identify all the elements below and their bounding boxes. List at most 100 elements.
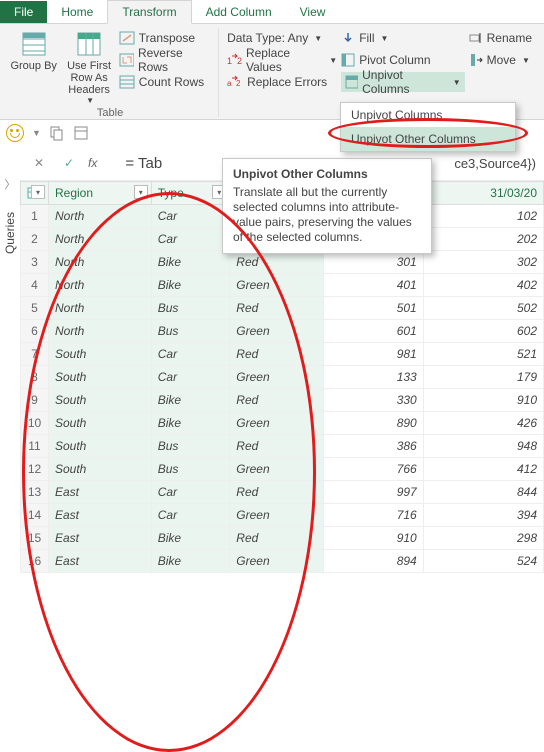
cell-value1[interactable]: 401 — [323, 274, 423, 297]
cell-value2[interactable]: 426 — [423, 412, 543, 435]
menu-unpivot-other-columns[interactable]: Unpivot Other Columns — [341, 127, 515, 151]
cell-type[interactable]: Bike — [151, 550, 230, 573]
cell-type[interactable]: Bike — [151, 527, 230, 550]
cell-value2[interactable]: 302 — [423, 251, 543, 274]
replace-values-button[interactable]: 12 Replace Values ▼ — [227, 50, 337, 70]
cell-value2[interactable]: 844 — [423, 481, 543, 504]
cell-value2[interactable]: 521 — [423, 343, 543, 366]
tab-transform[interactable]: Transform — [107, 0, 191, 24]
cell-region[interactable]: North — [49, 320, 152, 343]
unpivot-columns-button[interactable]: Unpivot Columns ▼ — [341, 72, 464, 92]
cell-type[interactable]: Bus — [151, 435, 230, 458]
cell-colour[interactable]: Green — [230, 550, 323, 573]
cell-value2[interactable]: 202 — [423, 228, 543, 251]
query-icon[interactable] — [49, 125, 65, 141]
commit-button[interactable]: ✓ — [58, 152, 80, 174]
table-row[interactable]: 9SouthBikeRed330910 — [21, 389, 544, 412]
cell-type[interactable]: Car — [151, 366, 230, 389]
cell-region[interactable]: South — [49, 412, 152, 435]
cell-type[interactable]: Car — [151, 481, 230, 504]
cell-value1[interactable]: 716 — [323, 504, 423, 527]
group-by-button[interactable]: Group By — [8, 28, 59, 105]
reverse-rows-button[interactable]: Reverse Rows — [119, 50, 212, 70]
cell-type[interactable]: Bike — [151, 389, 230, 412]
transpose-button[interactable]: Transpose — [119, 28, 212, 48]
table-row[interactable]: 15EastBikeRed910298 — [21, 527, 544, 550]
table-row[interactable]: 11SouthBusRed386948 — [21, 435, 544, 458]
col-region[interactable]: Region▾ — [49, 182, 152, 205]
cell-type[interactable]: Car — [151, 343, 230, 366]
pivot-column-button[interactable]: Pivot Column — [341, 50, 464, 70]
cell-region[interactable]: East — [49, 527, 152, 550]
filter-icon[interactable]: ▾ — [31, 185, 45, 199]
cell-region[interactable]: South — [49, 435, 152, 458]
queries-pane-collapsed[interactable]: 〉 Queries — [0, 146, 20, 589]
cell-region[interactable]: East — [49, 481, 152, 504]
cell-value1[interactable]: 894 — [323, 550, 423, 573]
cell-region[interactable]: East — [49, 550, 152, 573]
table-corner[interactable]: ▾ — [21, 182, 49, 205]
data-type-button[interactable]: Data Type: Any ▼ — [227, 28, 337, 48]
cell-value1[interactable]: 386 — [323, 435, 423, 458]
cell-colour[interactable]: Green — [230, 504, 323, 527]
tab-home[interactable]: Home — [47, 1, 107, 23]
cell-value2[interactable]: 910 — [423, 389, 543, 412]
cell-value1[interactable]: 133 — [323, 366, 423, 389]
cell-value2[interactable]: 402 — [423, 274, 543, 297]
table-row[interactable]: 13EastCarRed997844 — [21, 481, 544, 504]
cell-value1[interactable]: 910 — [323, 527, 423, 550]
replace-errors-button[interactable]: a2 Replace Errors — [227, 72, 337, 92]
cell-value2[interactable]: 102 — [423, 205, 543, 228]
cell-region[interactable]: South — [49, 366, 152, 389]
cell-value1[interactable]: 601 — [323, 320, 423, 343]
cancel-button[interactable]: ✕ — [28, 152, 50, 174]
cell-colour[interactable]: Red — [230, 435, 323, 458]
filter-icon[interactable]: ▾ — [134, 185, 148, 199]
cell-type[interactable]: Car — [151, 504, 230, 527]
cell-value1[interactable]: 890 — [323, 412, 423, 435]
cell-colour[interactable]: Red — [230, 297, 323, 320]
table-row[interactable]: 6NorthBusGreen601602 — [21, 320, 544, 343]
cell-value1[interactable]: 981 — [323, 343, 423, 366]
cell-region[interactable]: North — [49, 251, 152, 274]
table-row[interactable]: 7SouthCarRed981521 — [21, 343, 544, 366]
fill-button[interactable]: Fill ▼ — [341, 28, 464, 48]
cell-value2[interactable]: 948 — [423, 435, 543, 458]
table-row[interactable]: 5NorthBusRed501502 — [21, 297, 544, 320]
cell-type[interactable]: Bike — [151, 274, 230, 297]
col-type[interactable]: Type▾ — [151, 182, 230, 205]
cell-colour[interactable]: Red — [230, 481, 323, 504]
cell-colour[interactable]: Green — [230, 458, 323, 481]
cell-region[interactable]: North — [49, 274, 152, 297]
cell-type[interactable]: Bus — [151, 320, 230, 343]
table-row[interactable]: 14EastCarGreen716394 — [21, 504, 544, 527]
cell-region[interactable]: North — [49, 297, 152, 320]
cell-colour[interactable]: Green — [230, 320, 323, 343]
tab-add-column[interactable]: Add Column — [192, 1, 286, 23]
cell-value1[interactable]: 766 — [323, 458, 423, 481]
cell-region[interactable]: South — [49, 389, 152, 412]
table-row[interactable]: 4NorthBikeGreen401402 — [21, 274, 544, 297]
cell-value2[interactable]: 524 — [423, 550, 543, 573]
cell-value2[interactable]: 179 — [423, 366, 543, 389]
feedback-icon[interactable] — [6, 124, 24, 142]
table-row[interactable]: 8SouthCarGreen133179 — [21, 366, 544, 389]
cell-type[interactable]: Bus — [151, 297, 230, 320]
cell-type[interactable]: Bike — [151, 412, 230, 435]
table-row[interactable]: 12SouthBusGreen766412 — [21, 458, 544, 481]
cell-region[interactable]: South — [49, 343, 152, 366]
move-button[interactable]: Move ▼ — [469, 50, 532, 70]
rename-button[interactable]: Rename — [469, 28, 532, 48]
cell-region[interactable]: North — [49, 228, 152, 251]
col-date2[interactable]: 31/03/20 — [423, 182, 543, 205]
table-row[interactable]: 10SouthBikeGreen890426 — [21, 412, 544, 435]
cell-colour[interactable]: Green — [230, 412, 323, 435]
cell-type[interactable]: Car — [151, 228, 230, 251]
table-row[interactable]: 16EastBikeGreen894524 — [21, 550, 544, 573]
tab-file[interactable]: File — [0, 1, 47, 23]
cell-value2[interactable]: 602 — [423, 320, 543, 343]
cell-colour[interactable]: Red — [230, 389, 323, 412]
tab-view[interactable]: View — [286, 1, 340, 23]
cell-region[interactable]: North — [49, 205, 152, 228]
properties-icon[interactable] — [73, 125, 89, 141]
